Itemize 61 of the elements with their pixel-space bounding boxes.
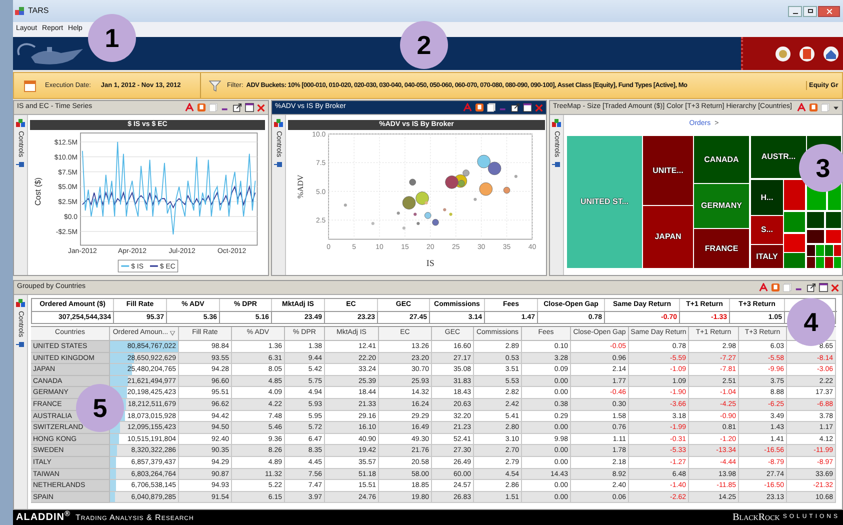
pin-icon: [16, 161, 25, 168]
footer-brand: ALADDIN$^{®}$: [16, 510, 71, 525]
maximize-icon[interactable]: [819, 283, 828, 292]
treemap-tile[interactable]: [807, 257, 815, 268]
treemap-tile[interactable]: [807, 212, 824, 228]
treemap-tile[interactable]: FRANCE: [694, 229, 749, 268]
treemap-tile[interactable]: [834, 245, 841, 256]
treemap-tile[interactable]: [834, 257, 841, 268]
popout-icon[interactable]: [807, 283, 816, 292]
calendar-icon: [24, 80, 36, 92]
export-icon[interactable]: [475, 103, 484, 112]
treemap-tile[interactable]: [784, 234, 805, 252]
treemap-tile[interactable]: [826, 230, 841, 243]
treemap-tile[interactable]: UNITE...: [643, 136, 693, 205]
blocks-icon: [16, 299, 25, 307]
footer-tagline: Trading Analysis & Research: [76, 512, 194, 524]
axis-label: IS: [426, 258, 434, 268]
close-icon: [826, 8, 832, 14]
maximize-icon[interactable]: [245, 103, 254, 112]
treemap-tile[interactable]: [784, 180, 805, 210]
treemap-tile[interactable]: CANADA: [694, 136, 749, 183]
blocks-icon: [274, 119, 283, 127]
treemap-tile[interactable]: JAPAN: [643, 206, 693, 268]
treemap-tile[interactable]: GERMANY: [694, 184, 749, 228]
home-icon[interactable]: [823, 46, 839, 62]
treemap-tile[interactable]: H...: [751, 180, 783, 215]
window-title: TARS: [28, 5, 49, 17]
treemap-tile[interactable]: [816, 257, 824, 268]
copy-icon[interactable]: [487, 103, 496, 112]
treemap-tile[interactable]: [807, 245, 815, 256]
treemap-tile[interactable]: ITALY: [751, 245, 783, 268]
close-icon[interactable]: [831, 284, 839, 292]
treemap-tile[interactable]: [825, 245, 833, 256]
popout-icon[interactable]: [511, 103, 520, 112]
pin-icon: [16, 341, 25, 348]
close-icon[interactable]: [535, 104, 543, 112]
pin-icon: [552, 161, 561, 168]
treemap-tile[interactable]: AUSTR...: [751, 136, 806, 178]
blocks-icon: [552, 119, 561, 127]
axis-label: %ADV: [296, 174, 305, 199]
maximize-icon[interactable]: [523, 103, 532, 112]
chart-legend: [118, 260, 178, 272]
axis-label: Cost ($): [34, 177, 43, 206]
blocks-icon: [16, 119, 25, 127]
pin-icon: [274, 161, 283, 168]
minimize-button[interactable]: [788, 6, 802, 16]
funnel-icon: [209, 80, 221, 92]
treemap-tile[interactable]: S...: [751, 216, 783, 244]
treemap-tile[interactable]: [784, 212, 805, 232]
treemap-tile[interactable]: [807, 230, 824, 243]
treemap-tile[interactable]: [816, 245, 824, 256]
treemap-tile[interactable]: [784, 253, 805, 268]
footer-company: BlackRock: [732, 511, 780, 525]
app-icon: [15, 6, 25, 16]
treemap-tile[interactable]: [826, 212, 841, 228]
popout-icon[interactable]: [233, 103, 242, 112]
close-icon[interactable]: [257, 104, 265, 112]
treemap-tile[interactable]: [825, 257, 833, 268]
caret-icon[interactable]: [833, 104, 839, 110]
close-button[interactable]: [818, 6, 840, 16]
maximize-button[interactable]: [803, 6, 817, 16]
